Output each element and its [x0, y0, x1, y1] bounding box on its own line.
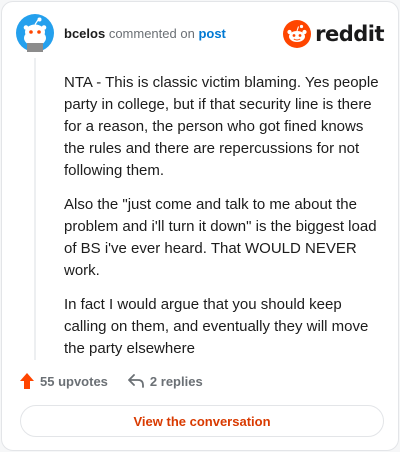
reply-count: 2 replies: [149, 373, 203, 389]
upvote-count: 55 upvotes: [40, 373, 108, 389]
comment-header: bcelos commented on post: [64, 26, 226, 42]
view-conversation-label: View the conversation: [133, 413, 271, 429]
snoo-avatar-icon: [16, 14, 54, 52]
view-conversation-button[interactable]: View the conversation: [20, 405, 384, 437]
replies-button[interactable]: 2 replies: [128, 374, 203, 389]
reddit-brand[interactable]: reddit: [283, 20, 384, 48]
action-text: commented on: [108, 26, 195, 41]
comment-footer: 55 upvotes 2 replies: [20, 370, 223, 392]
avatar[interactable]: [16, 14, 54, 52]
comment-paragraph: Also the "just come and talk to me about…: [64, 196, 377, 279]
username[interactable]: bcelos: [64, 26, 105, 41]
comment-paragraph: In fact I would argue that you should ke…: [64, 296, 369, 357]
reply-arrow-icon: [128, 374, 144, 388]
comment-body: NTA - This is classic victim blaming. Ye…: [64, 72, 382, 372]
upvote-button[interactable]: 55 upvotes: [20, 373, 108, 389]
upvote-arrow-icon: [20, 373, 34, 389]
comment-embed-card: bcelos commented on post reddit NTA - Th…: [1, 1, 399, 451]
reddit-logo-icon: [283, 20, 312, 48]
comment-paragraph: NTA - This is classic victim blaming. Ye…: [64, 74, 379, 179]
brand-text: reddit: [315, 22, 384, 46]
thread-line: [34, 58, 36, 360]
post-link[interactable]: post: [198, 26, 225, 41]
